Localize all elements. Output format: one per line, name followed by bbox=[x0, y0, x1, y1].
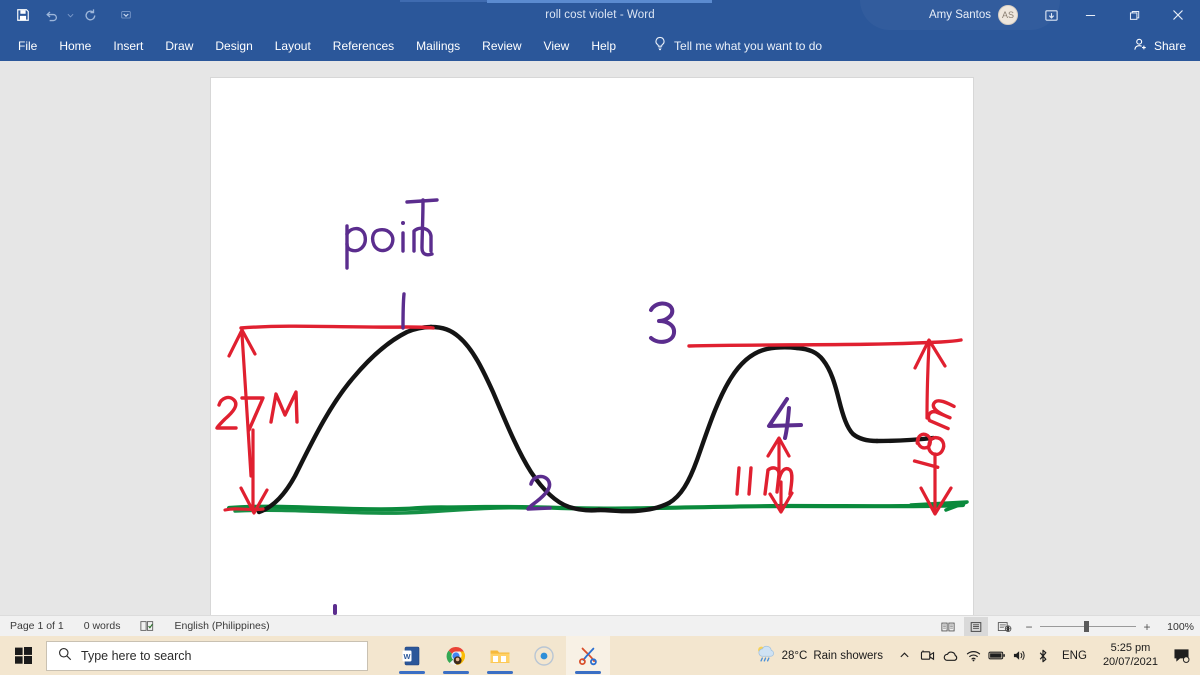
language-label: English (Philippines) bbox=[174, 620, 270, 632]
undo-dropdown-icon[interactable] bbox=[66, 3, 75, 27]
account-button[interactable]: Amy Santos AS bbox=[929, 5, 1018, 25]
language-indicator[interactable]: English (Philippines) bbox=[164, 620, 279, 632]
share-button[interactable]: Share bbox=[1133, 30, 1186, 61]
tab-draw[interactable]: Draw bbox=[154, 30, 204, 61]
input-language-indicator[interactable]: ENG bbox=[1054, 650, 1095, 662]
word-count-label: 0 words bbox=[83, 620, 121, 632]
lightbulb-icon bbox=[653, 36, 667, 55]
share-person-icon bbox=[1133, 37, 1148, 55]
taskbar-app-list: W bbox=[390, 636, 610, 675]
action-center-icon[interactable] bbox=[1166, 636, 1196, 675]
taskbar: Type here to search W 28°C Rain showers … bbox=[0, 636, 1200, 675]
taskbar-running-indicator bbox=[575, 671, 601, 674]
ink-drawing-canvas bbox=[215, 198, 969, 615]
taskbar-media-icon[interactable] bbox=[522, 636, 566, 675]
word-count[interactable]: 0 words bbox=[74, 620, 131, 632]
zoom-slider[interactable]: − + bbox=[1024, 620, 1152, 634]
zoom-track[interactable] bbox=[1040, 621, 1136, 632]
clock-date: 20/07/2021 bbox=[1102, 655, 1158, 668]
tab-mailings[interactable]: Mailings bbox=[405, 30, 471, 61]
document-page[interactable] bbox=[210, 77, 974, 619]
ink-datum-lines bbox=[239, 324, 963, 348]
ink-dimension-arrow-27m bbox=[215, 328, 299, 515]
tab-design[interactable]: Design bbox=[204, 30, 263, 61]
avatar: AS bbox=[998, 5, 1018, 25]
quick-access-toolbar bbox=[0, 3, 139, 27]
page-indicator[interactable]: Page 1 of 1 bbox=[0, 620, 74, 632]
clock[interactable]: 5:25 pm 20/07/2021 bbox=[1095, 642, 1166, 670]
zoom-out-button[interactable]: − bbox=[1024, 620, 1034, 634]
title-bar: roll cost violet - Word Amy Santos AS bbox=[0, 0, 1200, 30]
undo-icon[interactable] bbox=[38, 3, 64, 27]
proofing-errors-icon[interactable] bbox=[130, 620, 164, 632]
redo-icon[interactable] bbox=[77, 3, 103, 27]
zoom-in-button[interactable]: + bbox=[1142, 620, 1152, 634]
svg-text:W: W bbox=[404, 651, 411, 660]
tell-me-label: Tell me what you want to do bbox=[674, 38, 823, 53]
wifi-icon[interactable] bbox=[962, 636, 985, 675]
taskbar-word-icon[interactable]: W bbox=[390, 636, 434, 675]
rain-showers-icon bbox=[754, 644, 776, 667]
ribbon-display-options-icon[interactable] bbox=[1034, 0, 1068, 30]
taskbar-running-indicator bbox=[443, 671, 469, 674]
tab-file[interactable]: File bbox=[0, 30, 48, 61]
tab-view[interactable]: View bbox=[533, 30, 581, 61]
title-bar-right-group: Amy Santos AS bbox=[929, 0, 1200, 30]
document-work-area bbox=[0, 61, 1200, 619]
weather-widget[interactable]: 28°C Rain showers bbox=[754, 644, 883, 667]
ink-label-point bbox=[345, 198, 439, 330]
ink-dimension-arrow-11m bbox=[735, 436, 794, 514]
tab-home[interactable]: Home bbox=[48, 30, 102, 61]
zoom-level-label[interactable]: 100% bbox=[1160, 621, 1194, 633]
ink-label-3 bbox=[649, 301, 677, 344]
taskbar-chrome-icon[interactable] bbox=[434, 636, 478, 675]
restore-button[interactable] bbox=[1112, 0, 1156, 30]
tell-me-search[interactable]: Tell me what you want to do bbox=[653, 36, 822, 55]
read-mode-view-button[interactable] bbox=[936, 617, 960, 636]
webcam-icon[interactable] bbox=[916, 636, 939, 675]
save-icon[interactable] bbox=[10, 3, 36, 27]
web-layout-view-button[interactable] bbox=[992, 617, 1016, 636]
bluetooth-icon[interactable] bbox=[1031, 636, 1054, 675]
show-hidden-icons-chevron-icon[interactable] bbox=[893, 636, 916, 675]
volume-icon[interactable] bbox=[1008, 636, 1031, 675]
start-button[interactable] bbox=[0, 636, 46, 675]
account-name: Amy Santos bbox=[929, 9, 991, 21]
zoom-thumb[interactable] bbox=[1084, 621, 1089, 632]
page-indicator-label: Page 1 of 1 bbox=[10, 620, 64, 632]
tab-review[interactable]: Review bbox=[471, 30, 532, 61]
taskbar-running-indicator bbox=[399, 671, 425, 674]
tab-layout[interactable]: Layout bbox=[264, 30, 322, 61]
print-layout-view-button[interactable] bbox=[964, 617, 988, 636]
taskbar-running-indicator bbox=[487, 671, 513, 674]
onedrive-cloud-icon[interactable] bbox=[939, 636, 962, 675]
battery-icon[interactable] bbox=[985, 636, 1008, 675]
tab-references[interactable]: References bbox=[322, 30, 405, 61]
search-input[interactable]: Type here to search bbox=[46, 640, 368, 671]
weather-condition: Rain showers bbox=[813, 649, 884, 662]
clock-time: 5:25 pm bbox=[1110, 641, 1151, 654]
weather-temperature: 28°C bbox=[781, 649, 808, 662]
search-placeholder: Type here to search bbox=[81, 648, 192, 663]
status-bar: Page 1 of 1 0 words English (Philippines… bbox=[0, 615, 1200, 636]
taskbar-file-explorer-icon[interactable] bbox=[478, 636, 522, 675]
share-label: Share bbox=[1153, 38, 1186, 53]
ink-label-4 bbox=[767, 397, 803, 440]
tab-help[interactable]: Help bbox=[580, 30, 627, 61]
close-button[interactable] bbox=[1156, 0, 1200, 30]
ink-terrain-profile bbox=[256, 324, 936, 515]
customize-quick-access-icon[interactable] bbox=[113, 3, 139, 27]
tab-insert[interactable]: Insert bbox=[102, 30, 154, 61]
ribbon-tab-bar: File Home Insert Draw Design Layout Refe… bbox=[0, 30, 1200, 61]
status-bar-right-group: − + 100% bbox=[936, 616, 1194, 637]
taskbar-snip-sketch-icon[interactable] bbox=[566, 636, 610, 675]
desktop-root: roll cost violet - Word Amy Santos AS Fi… bbox=[0, 0, 1200, 675]
search-icon bbox=[58, 647, 72, 664]
ink-dimension-arrow-18m bbox=[912, 338, 956, 516]
system-tray: 28°C Rain showers ENG 5:25 pm 20/07/2021 bbox=[754, 636, 1200, 675]
minimize-button[interactable] bbox=[1068, 0, 1112, 30]
